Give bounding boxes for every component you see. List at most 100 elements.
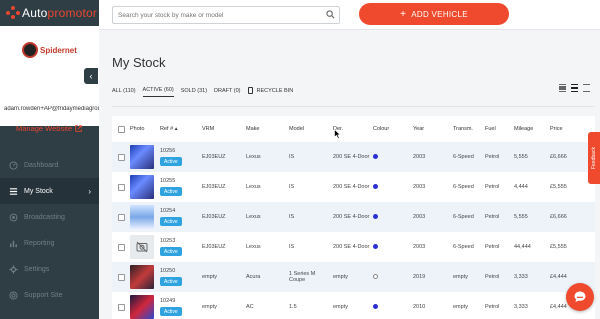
row-checkbox[interactable]: [118, 213, 125, 221]
tab-active[interactable]: ACTIVE (60): [142, 87, 174, 97]
tab-sold[interactable]: SOLD (31): [181, 88, 207, 97]
model-cell: 1 Series M Coupe: [289, 271, 316, 283]
table-row[interactable]: 10254 Active EJ03EUZ Lexus IS 200 SE 4-Door 20…: [112, 202, 595, 232]
table-row[interactable]: 10253 Active EJ03EUZ Lexus IS 200 SE 4-Door 20…: [112, 232, 595, 262]
chevron-right-icon: ›: [88, 186, 91, 196]
brand-logo[interactable]: Autopromotor: [0, 0, 99, 26]
chat-button[interactable]: [566, 283, 594, 311]
sidebar-item-dashboard[interactable]: Dashboard: [0, 152, 99, 178]
vehicle-thumbnail[interactable]: [130, 265, 154, 289]
trash-icon: [247, 87, 253, 94]
row-checkbox[interactable]: [118, 243, 125, 251]
table-row[interactable]: 10250 Active empty Acura 1 Series M Coupe emp…: [112, 262, 595, 292]
feedback-tab[interactable]: Feedback: [588, 132, 600, 184]
photo-cell: [130, 205, 160, 229]
header-vrm[interactable]: VRM: [202, 126, 246, 132]
photo-cell: [130, 265, 160, 289]
row-checkbox[interactable]: [118, 183, 125, 191]
search-input[interactable]: [118, 11, 328, 19]
dealer-logo-icon: [22, 42, 38, 58]
ref-number[interactable]: 10253: [160, 238, 202, 244]
year-cell: 2003: [413, 184, 426, 190]
row-checkbox[interactable]: [118, 303, 125, 311]
recycle-bin-label: RECYCLE BIN: [256, 87, 294, 94]
photo-cell: [130, 175, 160, 199]
photo-cell: [130, 145, 160, 169]
price-cell: £6,666: [550, 214, 567, 220]
colour-cell: [373, 303, 413, 311]
row-checkbox[interactable]: [118, 273, 125, 281]
search-box: [112, 6, 340, 24]
mileage-cell: 5,555: [514, 214, 528, 220]
table-row[interactable]: 10255 Active EJ03EUZ Lexus IS 200 SE 4-Door 20…: [112, 172, 595, 202]
ref-number[interactable]: 10249: [160, 298, 202, 304]
year-cell: 2010: [413, 304, 426, 310]
header-year[interactable]: Year: [413, 126, 453, 132]
table-row[interactable]: 10249 Active empty AC 1.5 empty 2010 empty Petro…: [112, 292, 595, 319]
transmission-cell: 6-Speed: [453, 244, 474, 250]
tab-draft[interactable]: DRAFT (0): [214, 88, 240, 97]
year-cell: 2003: [413, 154, 426, 160]
row-select-cell: [112, 213, 130, 221]
vehicle-thumbnail[interactable]: [130, 295, 154, 319]
derivative-cell: empty: [333, 304, 348, 310]
header-fuel[interactable]: Fuel: [485, 126, 514, 132]
price-cell: £5,555: [550, 244, 567, 250]
header-transmission[interactable]: Transm.: [453, 126, 485, 132]
sidebar-collapse-button[interactable]: ‹: [84, 68, 98, 84]
header-model[interactable]: Model: [289, 126, 333, 132]
fuel-cell: Petrol: [485, 274, 500, 280]
vehicle-thumbnail[interactable]: [130, 175, 154, 199]
vehicle-thumbnail[interactable]: [130, 205, 154, 229]
mileage-cell: 3,333: [514, 274, 528, 280]
tab-recycle-bin[interactable]: RECYCLE BIN: [247, 87, 294, 97]
no-image-icon: [136, 241, 148, 253]
year-cell: 2003: [413, 214, 426, 220]
vehicle-thumbnail[interactable]: [130, 235, 154, 259]
row-checkbox[interactable]: [118, 153, 125, 161]
sidebar-item-settings[interactable]: Settings: [0, 256, 99, 282]
main-content: My Stock ALL (110) ACTIVE (60) SOLD (31)…: [99, 31, 600, 319]
sidebar-item-my-stock[interactable]: My Stock ›: [0, 178, 99, 204]
stock-filter-tabs: ALL (110) ACTIVE (60) SOLD (31) DRAFT (0…: [112, 87, 293, 97]
fuel-cell: Petrol: [485, 304, 500, 310]
external-link-icon: [75, 125, 82, 132]
sidebar-item-support-site[interactable]: Support Site: [0, 282, 99, 308]
list-view-icon[interactable]: [571, 84, 578, 92]
sidebar-item-reporting[interactable]: Reporting: [0, 230, 99, 256]
select-all-checkbox[interactable]: [118, 125, 125, 133]
tab-all[interactable]: ALL (110): [112, 88, 136, 97]
colour-swatch: [373, 183, 378, 189]
ref-cell: 10256 Active: [160, 148, 202, 166]
colour-cell: [373, 213, 413, 221]
grid-view-icon[interactable]: [583, 84, 590, 92]
header-ref[interactable]: Ref # ▴: [160, 126, 202, 132]
manage-website-link[interactable]: Manage Website: [16, 124, 82, 133]
header-photo: Photo: [130, 126, 145, 132]
table-header: Photo Ref # ▴ VRM Make Model Der. Colour…: [112, 116, 595, 142]
search-icon[interactable]: [326, 10, 335, 19]
ref-number[interactable]: 10256: [160, 148, 202, 154]
sort-ascending-icon: ▴: [174, 126, 178, 132]
compact-list-view-icon[interactable]: [559, 84, 566, 92]
ref-number[interactable]: 10250: [160, 268, 202, 274]
vehicle-thumbnail[interactable]: [130, 145, 154, 169]
ref-number[interactable]: 10254: [160, 208, 202, 214]
header-mileage[interactable]: Mileage: [514, 126, 550, 132]
fuel-cell: Petrol: [485, 244, 500, 250]
header-price[interactable]: Price: [550, 126, 590, 132]
vrm-cell: EJ03EUZ: [202, 244, 226, 250]
transmission-cell: 6-Speed: [453, 214, 474, 220]
table-row[interactable]: 10256 Active EJ03EUZ Lexus IS 200 SE 4-Door 20…: [112, 142, 595, 172]
header-make[interactable]: Make: [246, 126, 289, 132]
ref-number[interactable]: 10255: [160, 178, 202, 184]
mouse-cursor-icon: [334, 129, 341, 139]
row-select-cell: [112, 243, 130, 251]
ref-cell: 10249 Active: [160, 298, 202, 316]
price-cell: £6,666: [550, 154, 567, 160]
header-colour[interactable]: Colour: [373, 126, 413, 132]
sidebar-item-broadcasting[interactable]: Broadcasting: [0, 204, 99, 230]
support-icon: [8, 290, 18, 300]
colour-cell: [373, 273, 413, 281]
add-vehicle-button[interactable]: + ADD VEHICLE: [359, 3, 509, 25]
